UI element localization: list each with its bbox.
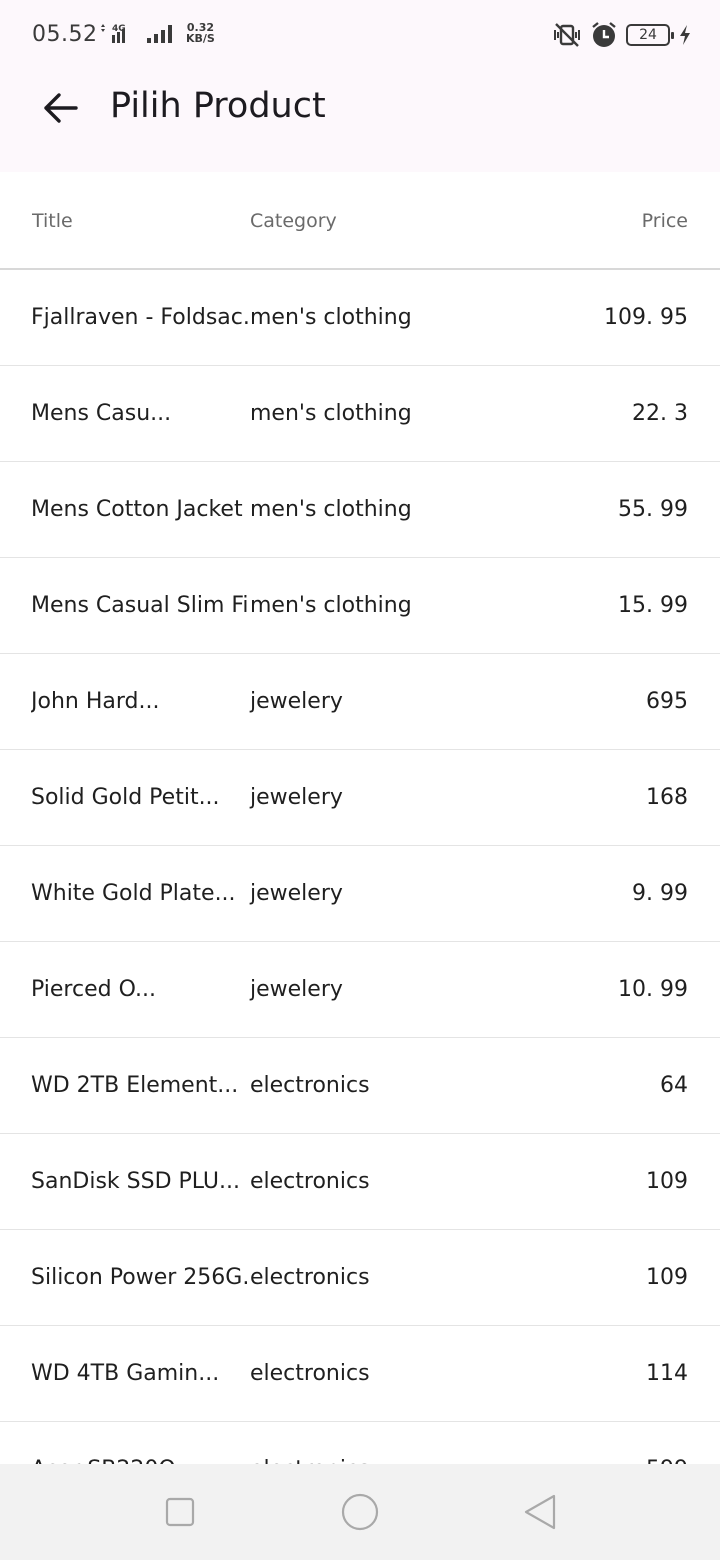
cell-category: jewelery bbox=[250, 785, 343, 810]
cell-price: 64 bbox=[660, 1073, 688, 1098]
signal-icon bbox=[147, 25, 172, 43]
cell-title: Solid Gold Petit... bbox=[31, 785, 220, 810]
cell-title: Mens Cotton Jacket bbox=[31, 497, 243, 522]
back-button[interactable] bbox=[36, 84, 84, 132]
cell-price: 9. 99 bbox=[632, 881, 688, 906]
table-header: Title Category Price bbox=[0, 172, 720, 270]
cell-price: 109 bbox=[646, 1265, 688, 1290]
charging-icon bbox=[680, 25, 690, 45]
table-row[interactable]: WD 4TB Gamin... electronics 114 bbox=[0, 1326, 720, 1422]
cell-price: 109 bbox=[646, 1169, 688, 1194]
system-back-button[interactable] bbox=[520, 1492, 560, 1532]
table-row[interactable]: Mens Casual Slim Fit men's clothing 15. 99 bbox=[0, 558, 720, 654]
table-row[interactable]: Mens Cotton Jacket men's clothing 55. 99 bbox=[0, 462, 720, 558]
cell-title: WD 4TB Gamin... bbox=[31, 1361, 220, 1386]
cell-price: 22. 3 bbox=[632, 401, 688, 426]
table-row[interactable]: White Gold Plate... jewelery 9. 99 bbox=[0, 846, 720, 942]
recent-apps-button[interactable] bbox=[160, 1492, 200, 1532]
page-title: Pilih Product bbox=[110, 86, 326, 126]
cell-title: WD 2TB Element... bbox=[31, 1073, 239, 1098]
status-bar: 05.52 4G 0.32 KB/S 24 bbox=[0, 0, 720, 58]
status-time: 05.52 bbox=[32, 22, 98, 47]
cell-category: electronics bbox=[250, 1265, 370, 1290]
table-row[interactable]: Silicon Power 256G... electronics 109 bbox=[0, 1230, 720, 1326]
network-speed: 0.32 KB/S bbox=[186, 21, 215, 45]
table-row[interactable]: Mens Casu... men's clothing 22. 3 bbox=[0, 366, 720, 462]
cell-price: 109. 95 bbox=[604, 305, 688, 330]
network-4g-icon: 4G bbox=[101, 24, 126, 43]
column-header-price: Price bbox=[641, 210, 688, 232]
cell-category: electronics bbox=[250, 1361, 370, 1386]
cell-category: electronics bbox=[250, 1073, 370, 1098]
table-row[interactable]: Pierced O... jewelery 10. 99 bbox=[0, 942, 720, 1038]
alarm-icon bbox=[592, 22, 616, 47]
cell-price: 168 bbox=[646, 785, 688, 810]
cell-title: Mens Casual Slim Fit bbox=[31, 593, 249, 618]
table-row[interactable]: SanDisk SSD PLU... electronics 109 bbox=[0, 1134, 720, 1230]
cell-category: men's clothing bbox=[250, 401, 412, 426]
vibrate-mute-icon bbox=[554, 23, 580, 47]
cell-category: electronics bbox=[250, 1169, 370, 1194]
product-table: Title Category Price Fjallraven - Foldsa… bbox=[0, 172, 720, 1464]
cell-price: 599 bbox=[646, 1457, 688, 1464]
table-row[interactable]: WD 2TB Element... electronics 64 bbox=[0, 1038, 720, 1134]
cell-title: Silicon Power 256G... bbox=[31, 1265, 249, 1290]
cell-category: jewelery bbox=[250, 977, 343, 1002]
cell-price: 10. 99 bbox=[618, 977, 688, 1002]
cell-category: men's clothing bbox=[250, 593, 412, 618]
app-bar: Pilih Product bbox=[0, 58, 720, 172]
cell-title: Mens Casu... bbox=[31, 401, 172, 426]
cell-category: men's clothing bbox=[250, 497, 412, 522]
table-body: Fjallraven - Foldsac... men's clothing 109… bbox=[0, 270, 720, 1464]
cell-category: jewelery bbox=[250, 881, 343, 906]
cell-title: Pierced O... bbox=[31, 977, 156, 1002]
cell-category: electronics bbox=[250, 1457, 370, 1464]
cell-title: White Gold Plate... bbox=[31, 881, 236, 906]
cell-title: Fjallraven - Foldsac... bbox=[31, 305, 249, 330]
cell-category: jewelery bbox=[250, 689, 343, 714]
status-icons: 24 bbox=[552, 20, 692, 50]
table-row[interactable]: Fjallraven - Foldsac... men's clothing 109… bbox=[0, 270, 720, 366]
cell-price: 114 bbox=[646, 1361, 688, 1386]
cell-category: men's clothing bbox=[250, 305, 412, 330]
cell-price: 695 bbox=[646, 689, 688, 714]
table-row[interactable]: John Hard... jewelery 695 bbox=[0, 654, 720, 750]
home-button[interactable] bbox=[340, 1492, 380, 1532]
column-header-title: Title bbox=[32, 210, 73, 232]
cell-price: 15. 99 bbox=[618, 593, 688, 618]
column-header-category: Category bbox=[250, 210, 337, 232]
table-row[interactable]: Solid Gold Petit... jewelery 168 bbox=[0, 750, 720, 846]
battery-icon: 24 bbox=[626, 24, 674, 46]
back-icon bbox=[524, 1494, 556, 1530]
navigation-bar bbox=[0, 1464, 720, 1560]
cell-title: Acer SB220Q... bbox=[31, 1457, 249, 1464]
home-icon bbox=[341, 1493, 379, 1531]
recent-apps-icon bbox=[165, 1497, 195, 1527]
cell-price: 55. 99 bbox=[618, 497, 688, 522]
cell-title: John Hard... bbox=[31, 689, 160, 714]
arrow-back-icon bbox=[44, 93, 78, 123]
table-row[interactable]: Acer SB220Q...electronics 599 bbox=[0, 1422, 720, 1464]
cell-title: SanDisk SSD PLU... bbox=[31, 1169, 241, 1194]
